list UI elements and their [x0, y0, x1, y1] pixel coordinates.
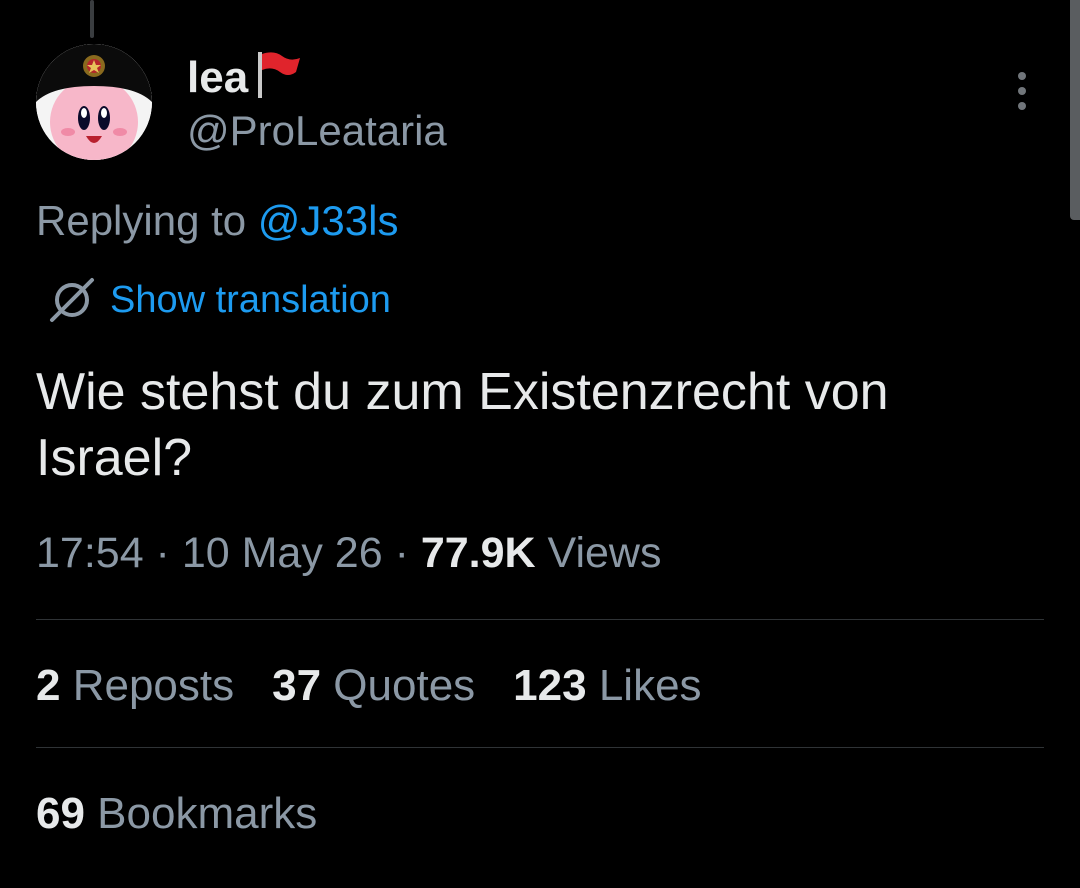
- display-name-text: lea: [187, 53, 249, 102]
- tweet-time[interactable]: 17:54: [36, 529, 144, 577]
- meta-separator: ·: [382, 529, 421, 577]
- quotes-count: 37: [272, 661, 322, 710]
- replying-to-label: Replying to: [36, 197, 258, 244]
- avatar[interactable]: [36, 44, 152, 160]
- replying-to: Replying to @J33ls: [36, 197, 399, 244]
- display-name[interactable]: lea: [187, 50, 302, 106]
- reposts-count: 2: [36, 661, 61, 710]
- bookmarks-stat[interactable]: 69 Bookmarks: [36, 789, 318, 838]
- scrollbar[interactable]: [1070, 0, 1080, 220]
- views-count[interactable]: 77.9K: [421, 529, 536, 577]
- more-dot-icon: [1018, 102, 1026, 110]
- thread-connector-line: [90, 0, 94, 38]
- quotes-label: Quotes: [321, 661, 476, 710]
- engagement-stats: 2 Reposts 37 Quotes 123 Likes: [36, 661, 740, 710]
- tweet-text: Wie stehst du zum Existenzrecht von Isra…: [36, 363, 889, 487]
- bookmarks-label: Bookmarks: [84, 789, 318, 838]
- quotes-stat[interactable]: 37 Quotes: [272, 661, 476, 710]
- divider: [36, 619, 1044, 620]
- reposts-label: Reposts: [60, 661, 235, 710]
- likes-stat[interactable]: 123 Likes: [513, 661, 702, 710]
- likes-label: Likes: [586, 661, 702, 710]
- show-translation-label: Show translation: [110, 279, 391, 321]
- globe-icon: [46, 276, 98, 324]
- likes-count: 123: [513, 661, 587, 710]
- avatar-image: [36, 44, 152, 160]
- meta-separator: ·: [143, 529, 182, 577]
- views-label: Views: [535, 529, 662, 577]
- show-translation-button[interactable]: Show translation: [46, 276, 391, 324]
- tweet-meta: 17:54 · 10 May 26 · 77.9K Views: [36, 529, 662, 577]
- divider: [36, 747, 1044, 748]
- more-dot-icon: [1018, 72, 1026, 80]
- reply-target-link[interactable]: @J33ls: [258, 197, 399, 244]
- more-dot-icon: [1018, 87, 1026, 95]
- more-options-button[interactable]: [1004, 68, 1040, 114]
- user-handle[interactable]: @ProLeataria: [187, 110, 447, 152]
- red-flag-icon: [252, 50, 302, 106]
- bookmarks-count: 69: [36, 789, 85, 838]
- tweet-date[interactable]: 10 May 26: [182, 529, 383, 577]
- reposts-stat[interactable]: 2 Reposts: [36, 661, 235, 710]
